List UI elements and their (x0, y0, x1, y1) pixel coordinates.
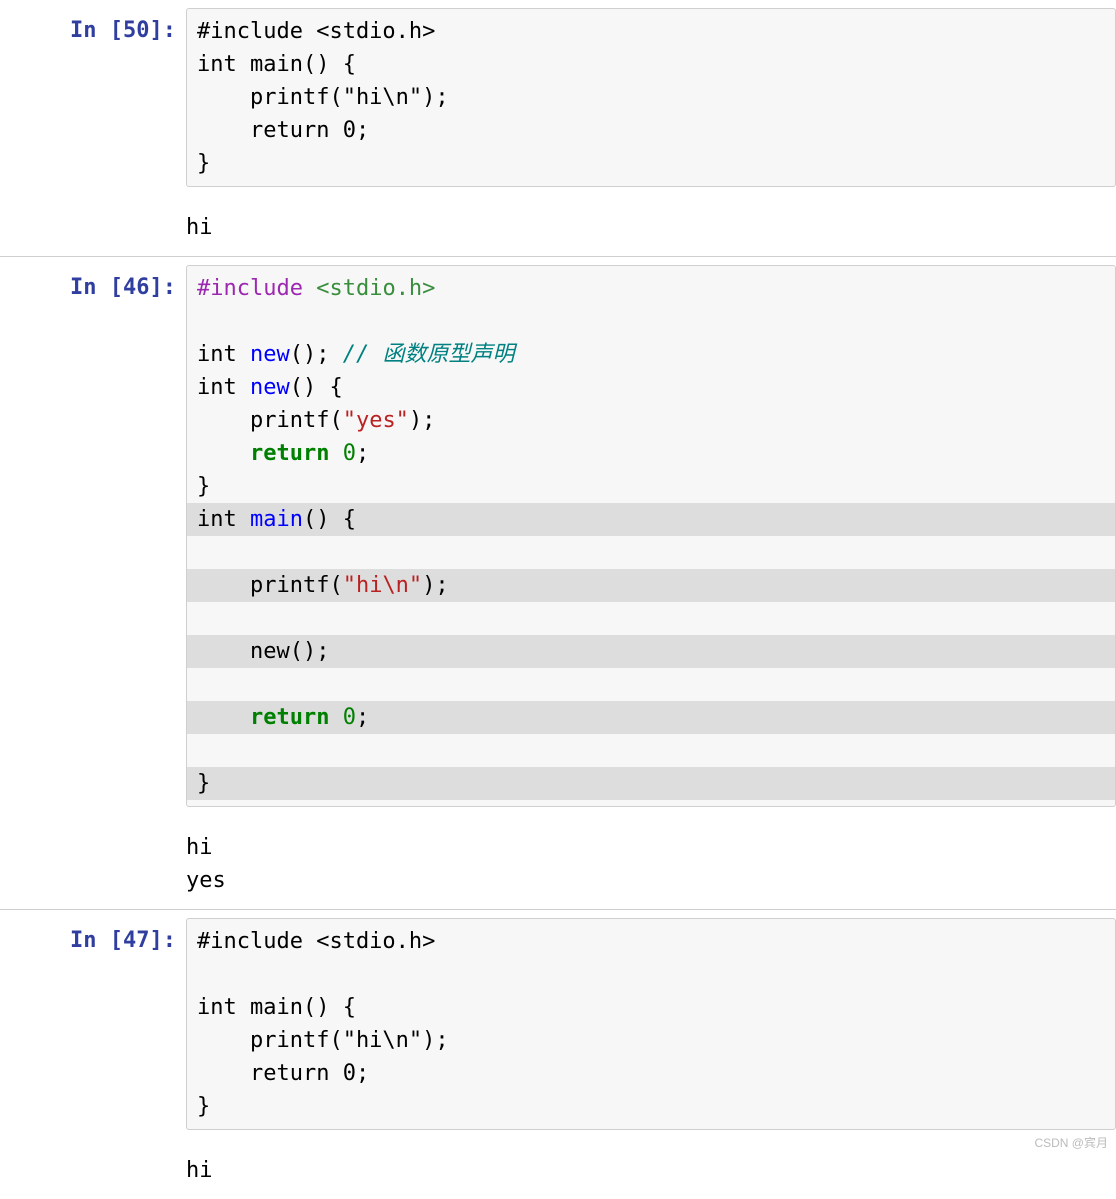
code-cell: In [47]: #include <stdio.h> int main() { … (0, 910, 1116, 1138)
stdout-output: hi (186, 1146, 1116, 1191)
watermark: CSDN @宾月 (1034, 1134, 1108, 1152)
output-cell: hi yes (0, 815, 1116, 909)
input-prompt: In [46]: (70, 275, 176, 300)
code-cell: In [50]: #include <stdio.h> int main() { … (0, 0, 1116, 195)
code-input[interactable]: #include <stdio.h> int main() { printf("… (186, 8, 1116, 187)
code-input[interactable]: #include <stdio.h> int main() { printf("… (186, 918, 1116, 1130)
code-cell: In [46]: #include <stdio.h> int new(); //… (0, 257, 1116, 815)
output-cell: hi (0, 195, 1116, 256)
input-prompt: In [50]: (70, 18, 176, 43)
output-cell: hi (0, 1138, 1116, 1199)
stdout-output: hi (186, 203, 1116, 248)
code-input[interactable]: #include <stdio.h> int new(); // 函数原型声明 … (186, 265, 1116, 807)
stdout-output: hi yes (186, 823, 1116, 901)
input-prompt: In [47]: (70, 928, 176, 953)
